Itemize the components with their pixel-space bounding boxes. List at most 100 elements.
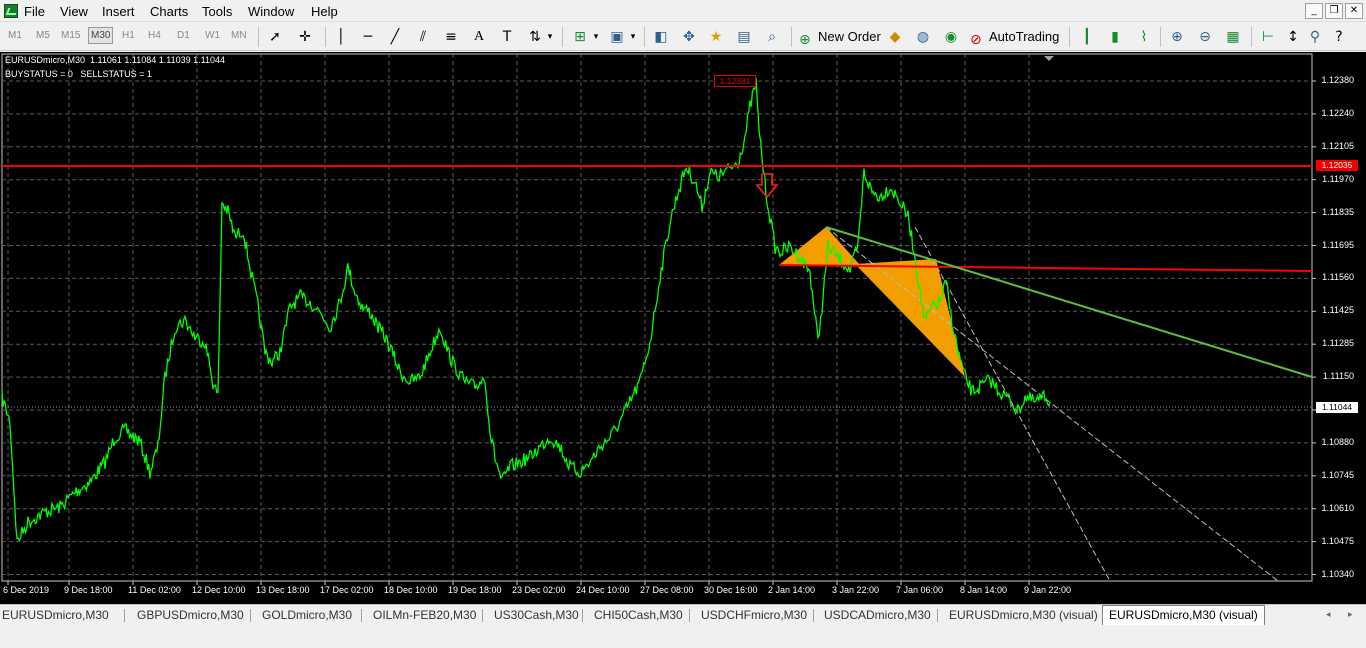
expert-icon[interactable]: ◆ — [886, 28, 904, 46]
price-axis-label: 1.12240 — [1321, 107, 1354, 118]
fibonacci-icon[interactable]: ≡ — [442, 28, 460, 46]
timeframe-h4[interactable]: H4 — [148, 30, 161, 41]
strategy-tester-icon[interactable]: ⌕ — [763, 28, 781, 46]
auto-scroll-icon[interactable]: ↕ — [1284, 28, 1302, 46]
time-axis-label: 17 Dec 02:00 — [320, 585, 374, 595]
market-icon[interactable]: ◉ — [942, 28, 960, 46]
zoom-in-icon[interactable]: ⊕ — [1168, 28, 1186, 46]
trendline-icon[interactable]: ╱ — [386, 28, 404, 46]
new-order-button[interactable]: ⊕ New Order — [799, 27, 881, 48]
timeframe-m1[interactable]: M1 — [8, 30, 22, 41]
candlestick-icon[interactable]: ▮ — [1106, 28, 1124, 46]
new-order-label: New Order — [818, 29, 881, 44]
price-chart[interactable]: EURUSDmicro,M30 1.11061 1.11084 1.11039 … — [0, 52, 1366, 604]
tab-separator — [482, 609, 483, 622]
menu-tools[interactable]: Tools — [202, 4, 232, 19]
tab-scroll-right-icon[interactable]: ▸ — [1348, 607, 1353, 624]
toolbar-separator — [562, 27, 563, 47]
chevron-down-icon[interactable]: ▾ — [587, 28, 605, 46]
app-icon — [4, 4, 18, 18]
time-axis-label: 13 Dec 18:00 — [256, 585, 310, 595]
menu-charts[interactable]: Charts — [150, 4, 188, 19]
horizontal-line-icon[interactable]: ─ — [359, 28, 377, 46]
tab-scroll-left-icon[interactable]: ◂ — [1326, 607, 1331, 624]
pattern-triangle-right — [855, 259, 965, 377]
text-label-icon[interactable]: T — [498, 28, 516, 46]
price-axis-label: 1.11285 — [1322, 338, 1354, 349]
time-axis-label: 18 Dec 10:00 — [384, 585, 438, 595]
line-chart-icon[interactable]: ⌇ — [1135, 28, 1153, 46]
tab-eurusdmicro[interactable]: EURUSDmicro,M30 — [2, 607, 109, 624]
tile-windows-icon[interactable]: ▦ — [1224, 28, 1242, 46]
chart-tabs: EURUSDmicro,M30 GBPUSDmicro,M30 GOLDmicr… — [0, 604, 1366, 625]
minimize-icon[interactable]: _ — [1305, 3, 1323, 19]
toolbar-separator — [644, 27, 645, 47]
time-axis-label: 24 Dec 10:00 — [576, 585, 630, 595]
vertical-line-icon[interactable]: │ — [332, 28, 350, 46]
zoom-out-icon[interactable]: ⊖ — [1196, 28, 1214, 46]
chart-status-info: BUYSTATUS = 0 SELLSTATUS = 1 — [5, 69, 152, 79]
autotrading-icon: ⊘ — [970, 31, 982, 48]
signals-icon[interactable]: ◍ — [914, 28, 932, 46]
toolbar-separator — [325, 27, 326, 47]
timeframe-d1[interactable]: D1 — [177, 30, 190, 41]
timeframe-m15[interactable]: M15 — [61, 30, 80, 41]
autotrading-button[interactable]: ⊘ AutoTrading — [970, 27, 1059, 48]
market-watch-icon[interactable]: ◧ — [652, 28, 670, 46]
crosshair-icon[interactable]: ✛ — [296, 28, 314, 46]
timeframe-w1[interactable]: W1 — [205, 30, 220, 41]
terminal-window: File View Insert Charts Tools Window Hel… — [0, 0, 1366, 648]
timeframe-mn[interactable]: MN — [231, 30, 247, 41]
timeframe-m5[interactable]: M5 — [36, 30, 50, 41]
time-axis-label: 12 Dec 10:00 — [192, 585, 246, 595]
toolbar: M1 M5 M15 M30 H1 H4 D1 W1 MN ➚ ✛ │ ─ ╱ ⫽… — [0, 23, 1366, 51]
tab-eurusdmicro-visual-active[interactable]: EURUSDmicro,M30 (visual) — [1102, 605, 1265, 625]
equidistant-channel-icon[interactable]: ⫽ — [414, 28, 432, 46]
bar-chart-icon[interactable]: ┃ — [1078, 28, 1096, 46]
toolbar-separator — [1251, 27, 1252, 47]
text-icon[interactable]: A — [470, 28, 488, 46]
close-icon[interactable]: ✕ — [1345, 3, 1363, 19]
help-icon[interactable]: ? — [1330, 28, 1348, 46]
tab-usdcadmicro[interactable]: USDCADmicro,M30 — [824, 607, 931, 624]
menu-help[interactable]: Help — [311, 4, 338, 19]
menu-window[interactable]: Window — [248, 4, 294, 19]
price-axis-label: 1.11560 — [1322, 272, 1354, 283]
tab-separator — [937, 609, 938, 622]
menu-file[interactable]: File — [24, 4, 45, 19]
tab-separator — [813, 609, 814, 622]
search-icon[interactable]: ⚲ — [1306, 28, 1324, 46]
menu-insert[interactable]: Insert — [102, 4, 135, 19]
price-axis-label: 1.12105 — [1321, 140, 1354, 151]
tab-separator — [689, 609, 690, 622]
time-axis-label: 11 Dec 02:00 — [128, 585, 181, 595]
price-axis-label: 1.11425 — [1322, 305, 1354, 316]
tab-usdchfmicro[interactable]: USDCHFmicro,M30 — [701, 607, 807, 624]
chevron-down-icon[interactable]: ▾ — [541, 28, 559, 46]
price-axis-label: 1.12380 — [1321, 75, 1354, 85]
tab-goldmicro[interactable]: GOLDmicro,M30 — [262, 607, 352, 624]
timeframe-m30[interactable]: M30 — [88, 27, 114, 44]
time-axis-label: 23 Dec 02:00 — [512, 585, 566, 595]
data-window-icon[interactable]: ▤ — [735, 28, 753, 46]
tab-gbpusdmicro[interactable]: GBPUSDmicro,M30 — [137, 607, 244, 624]
chart-shift-marker-icon — [1044, 56, 1054, 61]
cursor-icon[interactable]: ➚ — [266, 28, 284, 46]
tab-eurusdmicro-visual[interactable]: EURUSDmicro,M30 (visual) — [949, 607, 1098, 624]
timeframe-h1[interactable]: H1 — [122, 30, 135, 41]
tab-separator — [361, 609, 362, 622]
restore-icon[interactable]: ❐ — [1325, 3, 1343, 19]
price-series-line — [1, 78, 1051, 542]
navigator-icon[interactable]: ✥ — [680, 28, 698, 46]
chevron-down-icon[interactable]: ▾ — [624, 28, 642, 46]
status-bar — [0, 625, 1366, 648]
chart-shift-icon[interactable]: ⊢ — [1259, 28, 1277, 46]
tab-us30cash[interactable]: US30Cash,M30 — [494, 607, 579, 624]
favorites-icon[interactable]: ★ — [707, 28, 725, 46]
toolbar-separator — [258, 27, 259, 47]
toolbar-separator — [791, 27, 792, 47]
menu-view[interactable]: View — [60, 4, 88, 19]
new-order-icon: ⊕ — [799, 31, 811, 48]
tab-chi50cash[interactable]: CHI50Cash,M30 — [594, 607, 683, 624]
tab-oilmn[interactable]: OILMn-FEB20,M30 — [373, 607, 476, 624]
